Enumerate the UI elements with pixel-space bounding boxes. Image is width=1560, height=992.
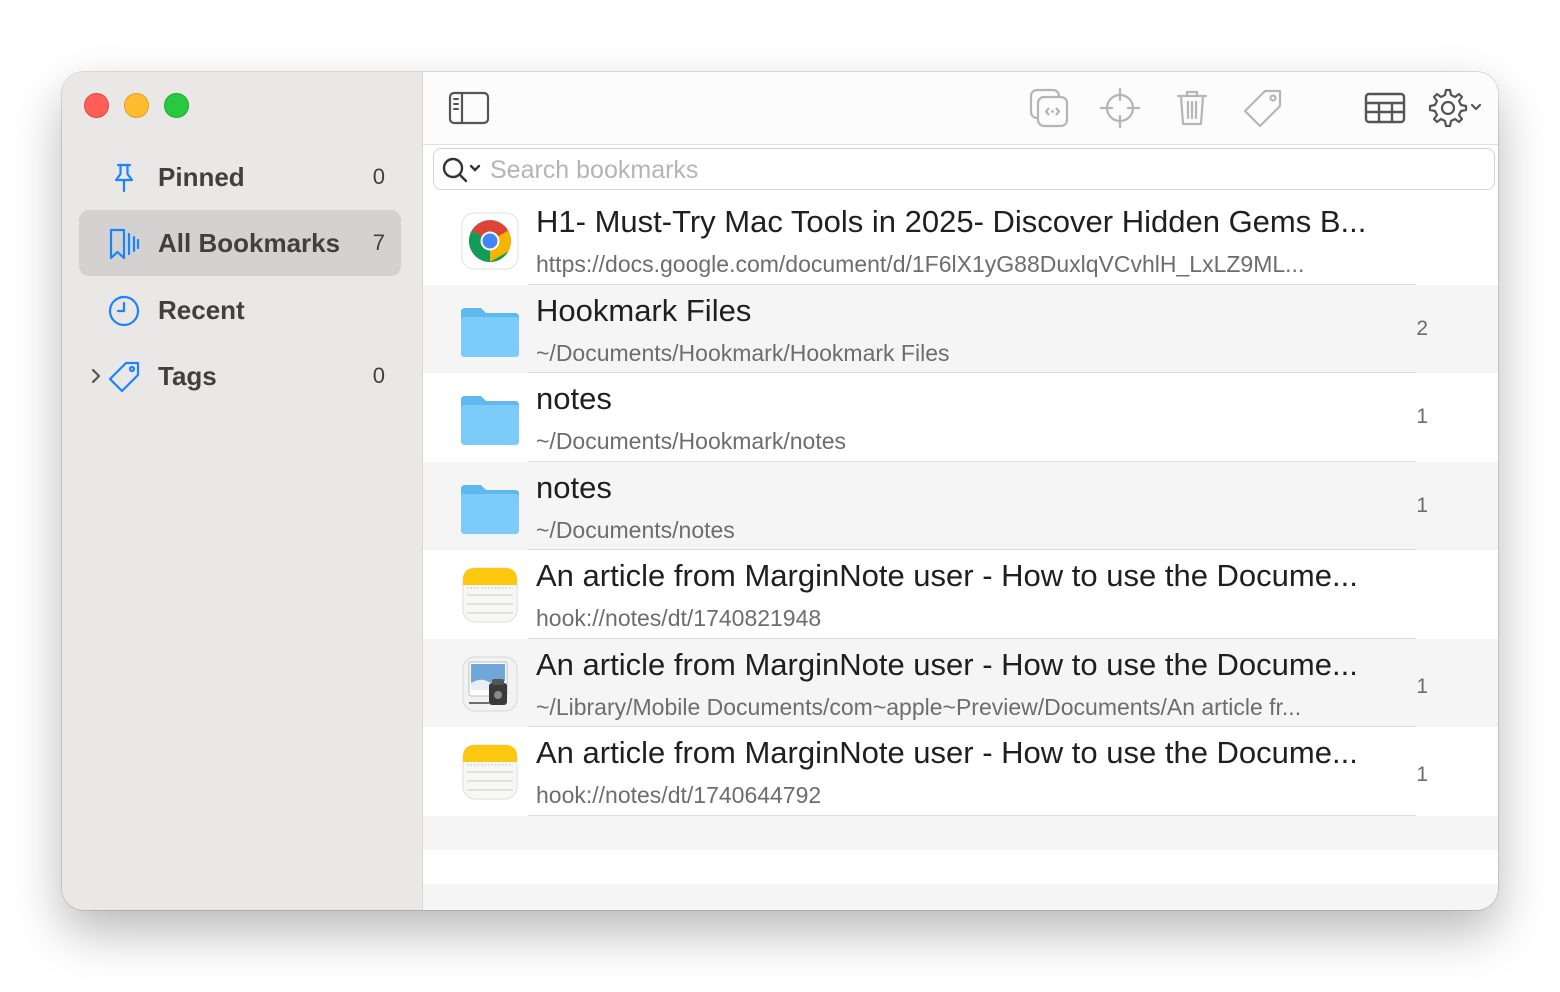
toolbar [423, 72, 1498, 145]
preview-app-icon [462, 656, 518, 711]
copy-link-icon[interactable] [1027, 86, 1071, 130]
search-icon[interactable] [440, 155, 484, 185]
sidebar-item-label: Pinned [158, 162, 245, 192]
close-window-button[interactable] [84, 93, 109, 118]
bookmark-title: Hookmark Files [536, 292, 752, 328]
zoom-window-button[interactable] [164, 93, 189, 118]
sidebar-item-all-bookmarks[interactable]: All Bookmarks 7 [79, 210, 401, 276]
bookmark-row[interactable]: An article from MarginNote user - How to… [423, 638, 1498, 727]
bookmark-path: ~/Documents/Hookmark/Hookmark Files [536, 339, 950, 366]
trash-icon[interactable] [1170, 86, 1214, 130]
bookmark-path: hook://notes/dt/1740644792 [536, 782, 822, 808]
bookmark-title: An article from MarginNote user - How to… [536, 646, 1358, 682]
bookmark-row[interactable]: An article from MarginNote user - How to… [423, 727, 1498, 816]
folder-icon [461, 396, 519, 445]
empty-row [423, 850, 1498, 884]
notes-app-icon [462, 744, 518, 800]
sidebar-item-count: 7 [372, 230, 385, 255]
sidebar-item-count: 0 [372, 363, 385, 388]
pin-icon [114, 163, 134, 193]
minimize-window-button[interactable] [124, 93, 149, 118]
bookmark-path: ~/Documents/notes [536, 516, 735, 543]
bookmark-title: notes [536, 469, 612, 505]
bookmark-title: An article from MarginNote user - How to… [536, 735, 1358, 770]
bookmark-path: ~/Documents/Hookmark/notes [536, 428, 846, 454]
bookmark-title: notes [536, 381, 612, 416]
empty-row [423, 883, 1498, 910]
row-divider [528, 814, 1416, 816]
search-field[interactable] [433, 148, 1495, 190]
search-input[interactable] [488, 153, 1482, 187]
tag-icon [108, 361, 140, 393]
empty-row [423, 815, 1498, 850]
bookmark-count: 1 [1416, 493, 1428, 517]
bookmark-row[interactable]: notes ~/Documents/notes 1 [423, 461, 1498, 550]
sidebar-item-label: All Bookmarks [158, 228, 341, 258]
sidebar-item-pinned[interactable]: Pinned 0 [79, 144, 401, 210]
sidebar-item-tags[interactable]: Tags 0 [79, 343, 401, 409]
app-window: Pinned 0 All Bookmarks 7 Recent Tags 0 S… [62, 72, 1498, 910]
bookmark-count: 1 [1416, 674, 1428, 698]
bookmark-count: 1 [1416, 763, 1428, 786]
bookmark-row[interactable]: An article from MarginNote user - How to… [423, 550, 1498, 639]
bookmark-row[interactable]: notes ~/Documents/Hookmark/notes 1 [423, 373, 1498, 462]
bookmark-title: An article from MarginNote user - How to… [536, 558, 1358, 593]
tag-icon[interactable] [1241, 86, 1285, 130]
table-view-icon[interactable] [1363, 86, 1407, 130]
bookmark-row[interactable]: Hookmark Files ~/Documents/Hookmark/Hook… [423, 284, 1498, 373]
notes-app-icon [462, 567, 518, 623]
sidebar-item-label: Tags [158, 361, 217, 391]
bookmark-title: H1- Must-Try Mac Tools in 2025- Discover… [536, 204, 1367, 239]
bookmarks-icon [109, 228, 140, 260]
chrome-icon [461, 212, 519, 270]
bookmark-count: 2 [1416, 316, 1428, 340]
bookmark-list: H1- Must-Try Mac Tools in 2025- Discover… [423, 196, 1498, 910]
sidebar-toggle-icon[interactable] [447, 86, 491, 130]
bookmark-path: hook://notes/dt/1740821948 [536, 605, 822, 631]
bookmark-path: https://docs.google.com/document/d/1F6lX… [536, 251, 1305, 277]
sidebar-item-recent[interactable]: Recent [79, 277, 401, 343]
sidebar-item-label: Recent [158, 295, 245, 325]
folder-icon [461, 307, 519, 357]
bookmark-path: ~/Library/Mobile Documents/com~apple~Pre… [536, 693, 1302, 720]
folder-icon [461, 484, 519, 534]
clock-icon [108, 295, 140, 327]
bookmark-row[interactable]: H1- Must-Try Mac Tools in 2025- Discover… [423, 196, 1498, 285]
reveal-crosshair-icon[interactable] [1098, 86, 1142, 130]
gear-icon[interactable] [1427, 86, 1487, 130]
bookmark-count: 1 [1416, 405, 1428, 428]
sidebar-item-count: 0 [372, 164, 385, 189]
chevron-right-icon[interactable] [89, 367, 103, 385]
sidebar: Pinned 0 All Bookmarks 7 Recent Tags 0 [62, 72, 423, 910]
